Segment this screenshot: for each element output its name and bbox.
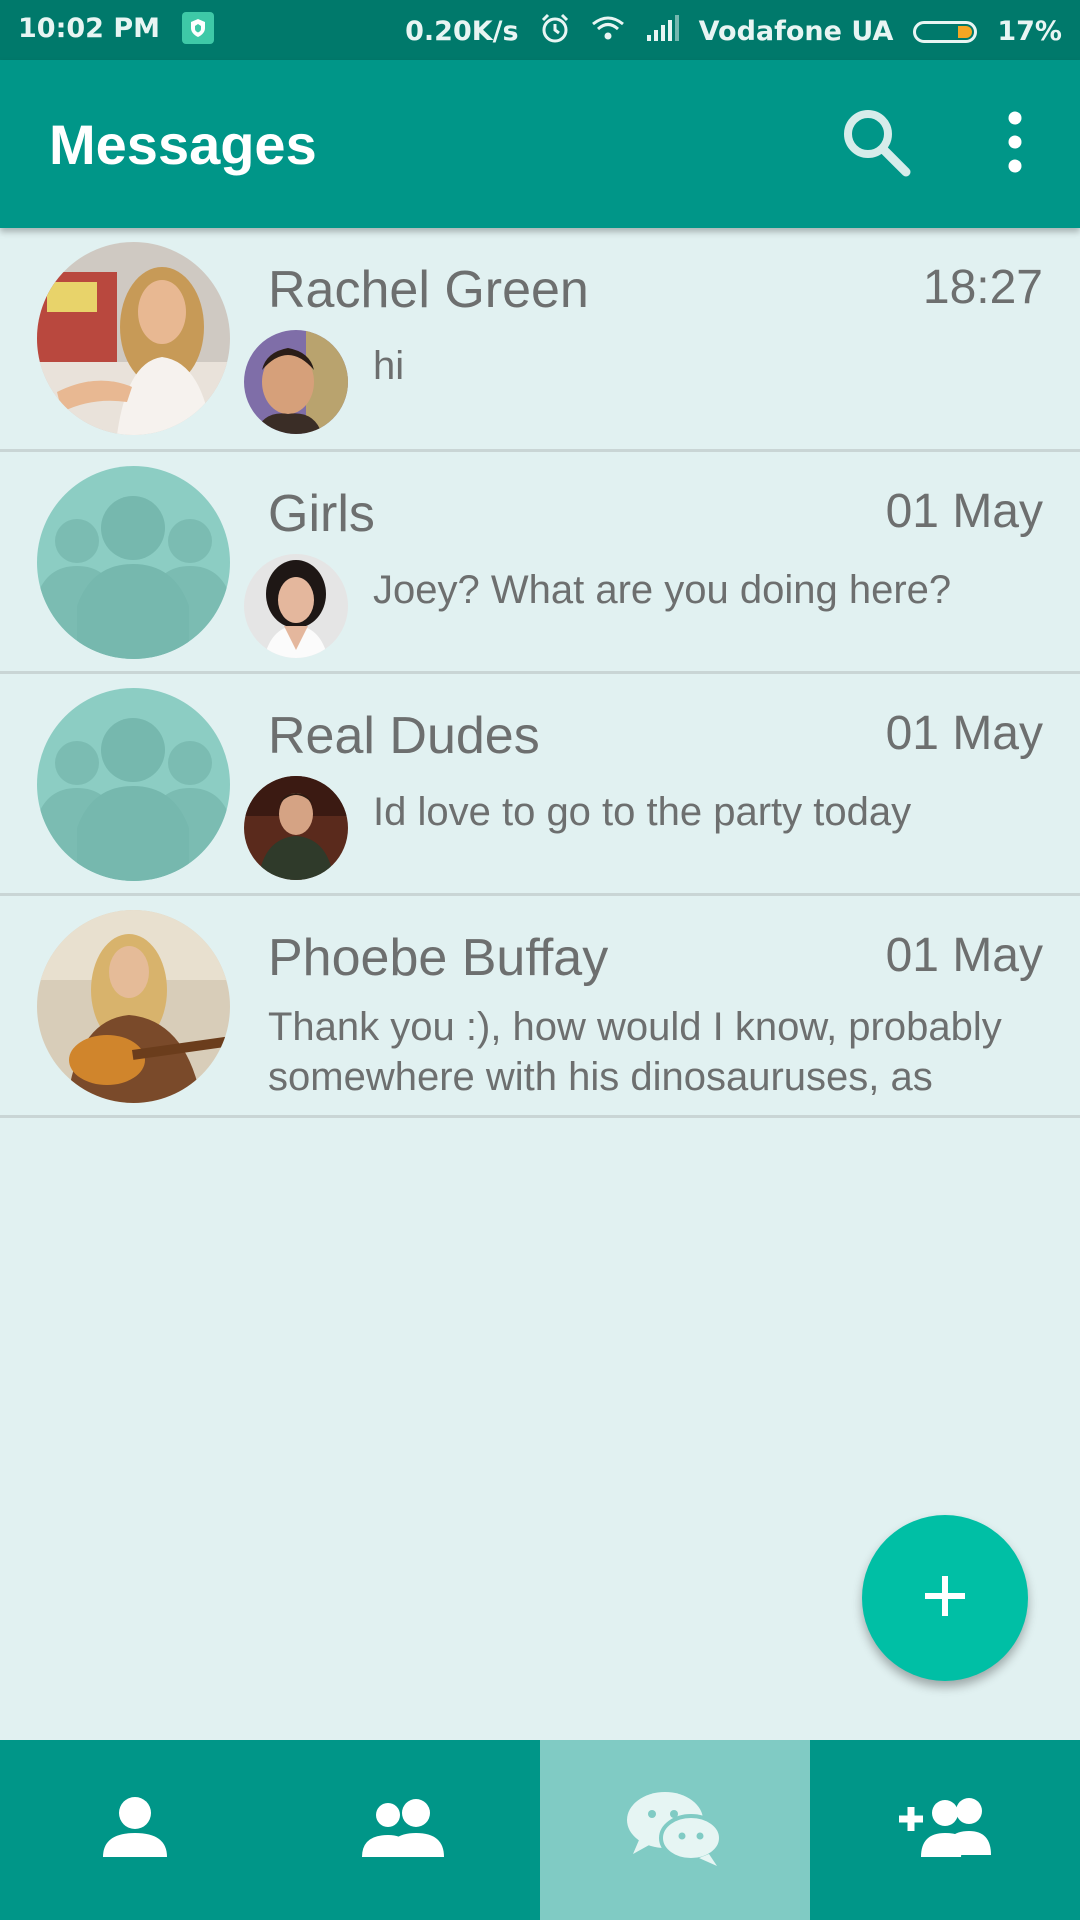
tab-profile[interactable]	[0, 1740, 270, 1920]
page-title: Messages	[49, 113, 317, 176]
tab-friends[interactable]	[270, 1740, 540, 1920]
conversation-row[interactable]: Real Dudes 01 May Id love to go to the p…	[0, 674, 1080, 896]
network-speed: 0.20K/s	[405, 16, 519, 47]
add-friend-icon	[897, 1793, 993, 1868]
conversation-preview: Thank you :), how would I know, probably…	[268, 1005, 1002, 1099]
avatar	[37, 910, 230, 1103]
tab-add-friend[interactable]	[810, 1740, 1080, 1920]
conversation-name: Rachel Green	[268, 261, 589, 319]
conversation-name: Girls	[268, 485, 375, 543]
battery-icon	[913, 20, 978, 43]
conversation-row[interactable]: Rachel Green 18:27 hi	[0, 228, 1080, 452]
alarm-icon	[539, 12, 571, 51]
conversation-time: 01 May	[885, 485, 1043, 538]
carrier-name: Vodafone UA	[698, 16, 894, 47]
conversation-time: 01 May	[885, 929, 1043, 982]
status-time: 10:02 PM	[18, 12, 161, 44]
conversation-row[interactable]: Phoebe Buffay 01 May Thank you :), how w…	[0, 896, 1080, 1118]
sender-avatar	[244, 330, 348, 434]
conversation-preview: Id love to go to the party today	[373, 790, 912, 834]
sender-avatar	[244, 554, 348, 658]
conversation-time: 01 May	[885, 707, 1043, 760]
chat-icon	[625, 1788, 725, 1873]
plus-icon	[921, 1572, 969, 1625]
person-icon	[100, 1793, 170, 1868]
group-icon	[360, 1793, 450, 1868]
app-bar: Messages	[0, 60, 1080, 228]
conversation-row[interactable]: Girls 01 May Joey? What are you doing he…	[0, 452, 1080, 674]
shield-icon	[182, 12, 215, 44]
new-message-button[interactable]	[862, 1515, 1028, 1681]
conversation-name: Real Dudes	[268, 707, 540, 765]
wifi-icon	[591, 14, 625, 49]
conversation-preview: hi	[373, 344, 405, 388]
conversation-name: Phoebe Buffay	[268, 929, 609, 987]
conversation-preview: Joey? What are you doing here?	[373, 568, 952, 612]
more-vert-icon[interactable]	[985, 102, 1045, 182]
group-avatar-icon	[37, 466, 230, 659]
conversation-list: Rachel Green 18:27 hi Girls 01 May Joey?…	[0, 228, 1080, 1118]
battery-level: 17%	[997, 16, 1062, 47]
search-icon[interactable]	[836, 102, 916, 182]
status-bar: 10:02 PM 0.20K/s Vodafone UA 17%	[0, 0, 1080, 60]
sender-avatar	[244, 776, 348, 880]
tab-messages[interactable]	[540, 1740, 810, 1920]
avatar	[37, 242, 230, 435]
bottom-navigation	[0, 1740, 1080, 1920]
group-avatar-icon	[37, 688, 230, 881]
conversation-time: 18:27	[922, 261, 1043, 314]
signal-icon	[645, 15, 679, 48]
